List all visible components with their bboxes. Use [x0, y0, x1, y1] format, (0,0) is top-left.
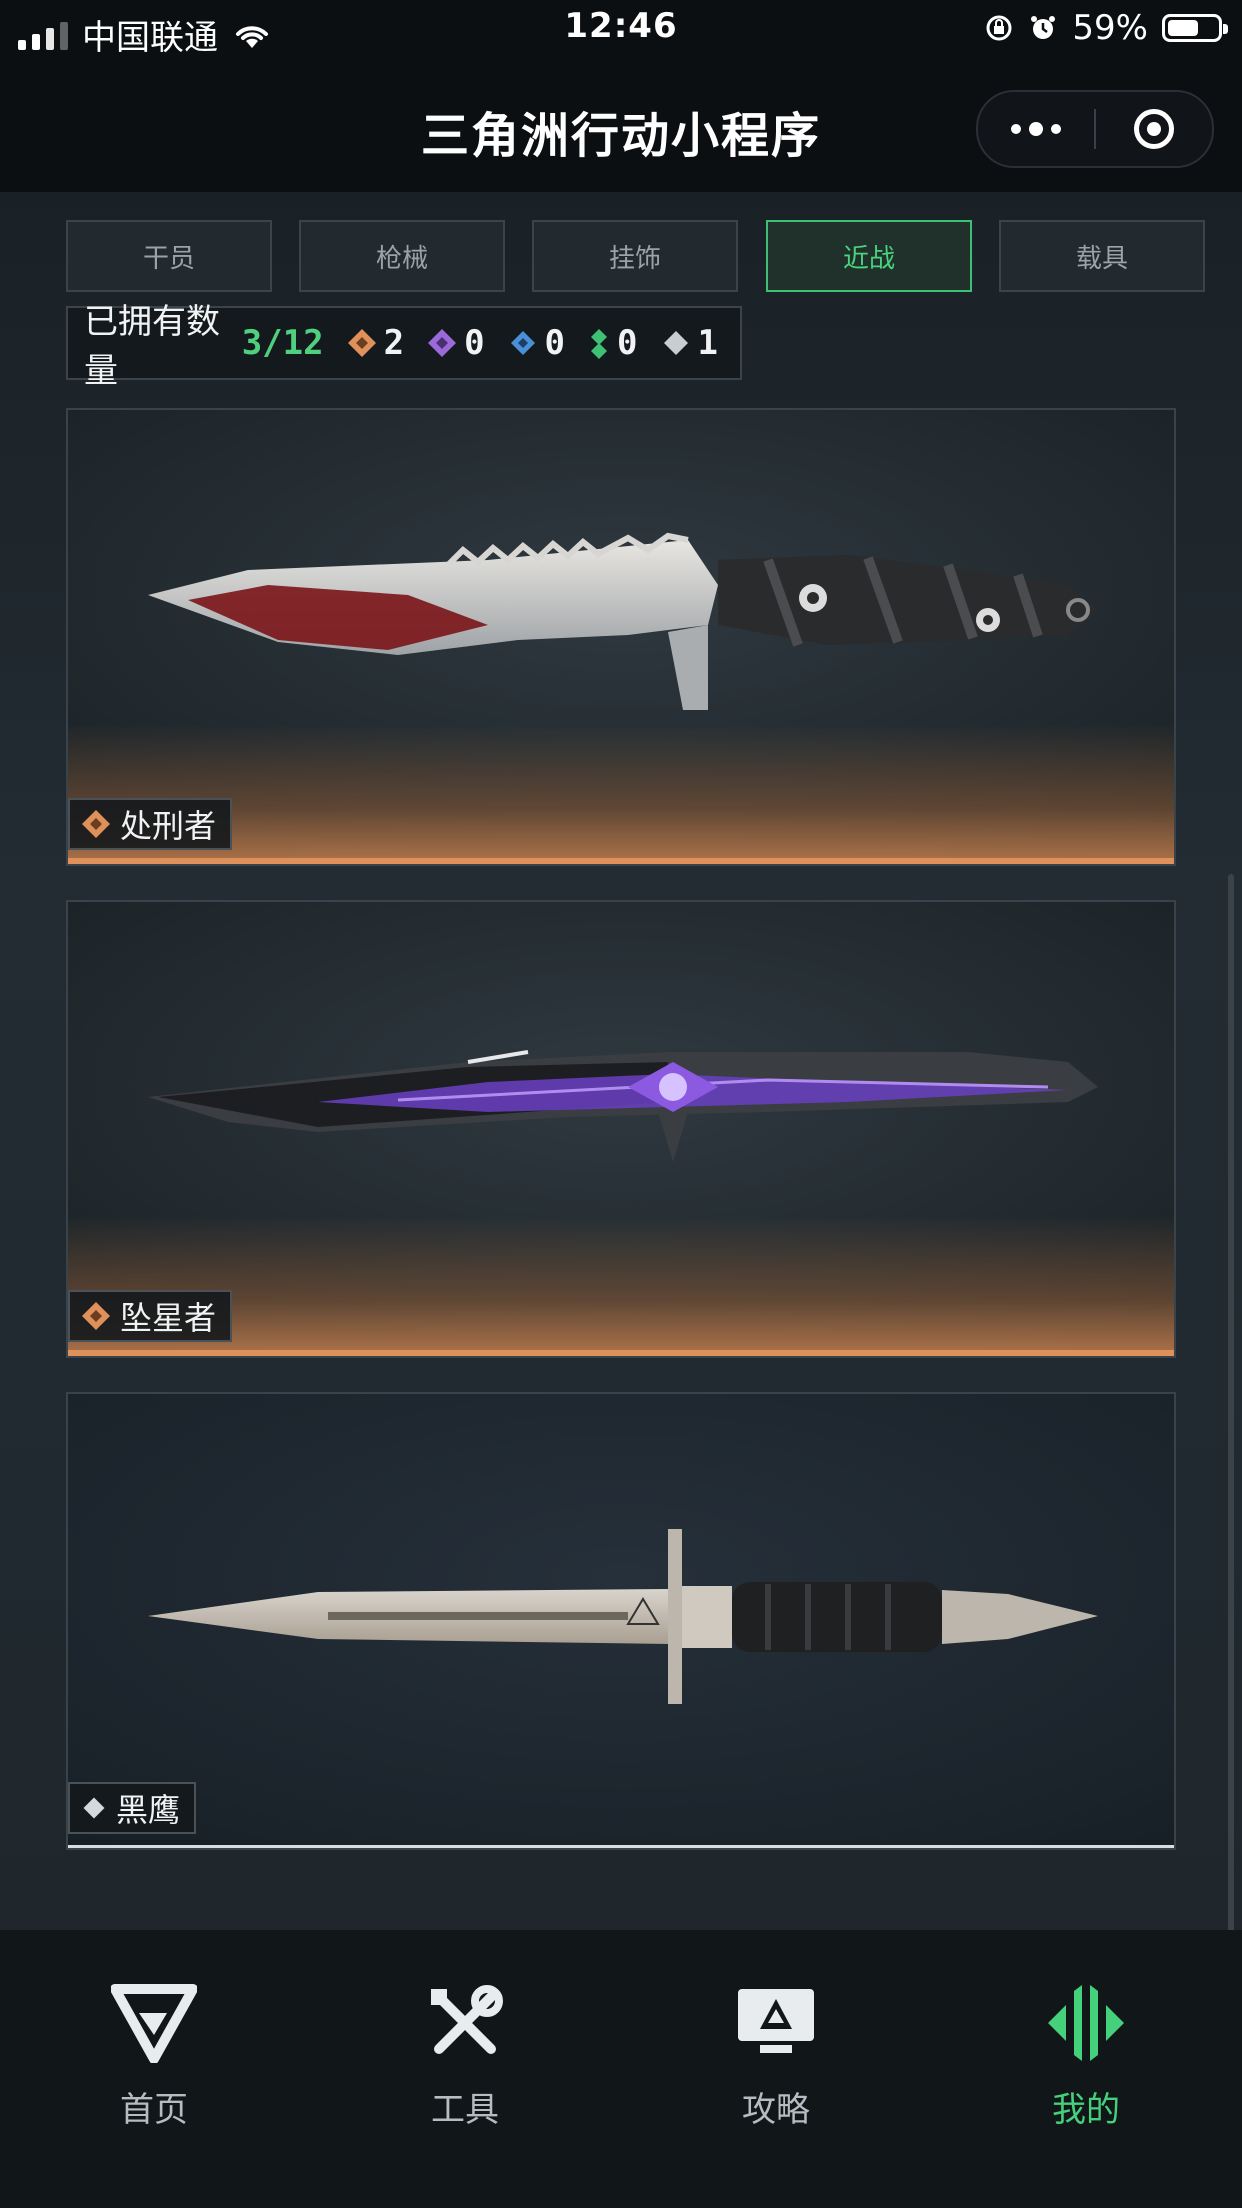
stat-gray-value: 1: [697, 323, 718, 363]
stat-green-value: 0: [617, 323, 638, 363]
melee-card-starfaller[interactable]: 坠星者: [66, 900, 1176, 1358]
stat-blue: 0: [507, 323, 565, 363]
tools-icon: [431, 1985, 503, 2054]
diamond-green-icon: [591, 329, 608, 359]
stat-gray: 1: [660, 323, 718, 363]
alarm-icon: [1031, 16, 1056, 39]
miniprogram-capsule: [976, 90, 1214, 168]
more-dots-icon[interactable]: [978, 92, 1094, 166]
home-g-logo-icon: [111, 1984, 197, 2063]
nav-profile[interactable]: 我的: [986, 1978, 1186, 2131]
item-label: 坠星者: [68, 1290, 233, 1342]
battery-percent: 59%: [1072, 8, 1148, 48]
item-label: 处刑者: [68, 798, 233, 850]
bottom-navigation: 首页 工具 攻略 我的: [0, 1930, 1242, 2208]
nav-guide-label: 攻略: [742, 2090, 810, 2130]
diamond-orange-icon: [82, 1302, 110, 1330]
status-bar: 中国联通 12:46 59%: [0, 0, 1242, 62]
diamond-purple-icon: [428, 329, 457, 357]
collection-content[interactable]: 干员 枪械 挂饰 近战 载具 已拥有数量 3/12 2 0 0 0 1 处刑者 …: [0, 192, 1242, 1930]
tab-guns[interactable]: 枪械: [299, 220, 505, 292]
tab-melee[interactable]: 近战: [766, 220, 972, 292]
owned-label: 已拥有数量: [84, 302, 220, 391]
card-background: [68, 1394, 1174, 1848]
item-name: 处刑者: [120, 807, 217, 845]
corner-bracket: [68, 1394, 84, 1410]
tab-charms[interactable]: 挂饰: [532, 220, 738, 292]
corner-bracket: [1158, 902, 1174, 918]
nav-profile-label: 我的: [1052, 2090, 1120, 2130]
target-circle-icon[interactable]: [1096, 92, 1212, 166]
scrollbar[interactable]: [1228, 874, 1234, 1930]
diamond-blue-icon: [510, 331, 535, 355]
tab-vehicles[interactable]: 载具: [999, 220, 1205, 292]
stat-purple: 0: [426, 323, 485, 363]
guide-monitor-icon: [738, 1989, 814, 2053]
stat-orange-value: 2: [383, 323, 405, 363]
stat-purple-value: 0: [464, 323, 485, 363]
orientation-lock-icon: [986, 15, 1012, 41]
owned-count: 3/12: [241, 323, 324, 363]
nav-home-label: 首页: [120, 2090, 188, 2130]
stat-orange: 2: [346, 323, 404, 363]
tab-agents[interactable]: 干员: [66, 220, 272, 292]
diamond-orange-icon: [82, 810, 110, 838]
owned-summary: 已拥有数量 3/12 2 0 0 0 1: [66, 302, 742, 391]
stat-green: 0: [587, 323, 638, 363]
nav-guide[interactable]: 攻略: [676, 1978, 876, 2131]
category-tabs: 干员 枪械 挂饰 近战 载具: [66, 220, 1206, 292]
stat-blue-value: 0: [544, 323, 566, 363]
corner-bracket: [68, 902, 84, 918]
item-label: 黑鹰: [68, 1782, 197, 1834]
app-header: 三角洲行动小程序: [0, 62, 1242, 192]
nav-tools[interactable]: 工具: [365, 1978, 565, 2131]
diamond-orange-icon: [347, 329, 376, 357]
diamond-gray-icon: [83, 1797, 105, 1819]
corner-bracket: [1158, 1394, 1174, 1410]
rarity-bar: [68, 1845, 1174, 1848]
battery-icon: [1162, 14, 1228, 42]
rarity-glow: [68, 724, 1174, 864]
rarity-bar: [68, 1350, 1174, 1356]
nav-tools-label: 工具: [431, 2090, 499, 2130]
melee-card-executioner[interactable]: 处刑者: [66, 408, 1176, 866]
melee-card-black-hawk[interactable]: 黑鹰: [66, 1392, 1176, 1850]
corner-bracket: [68, 410, 84, 426]
rarity-bar: [68, 858, 1174, 864]
profile-emblem-icon: [1048, 1985, 1124, 2061]
nav-home[interactable]: 首页: [54, 1978, 254, 2131]
item-name: 黑鹰: [116, 1791, 181, 1829]
rarity-glow: [68, 1216, 1174, 1356]
item-name: 坠星者: [120, 1299, 217, 1337]
diamond-gray-icon: [663, 331, 688, 355]
corner-bracket: [1158, 410, 1174, 426]
